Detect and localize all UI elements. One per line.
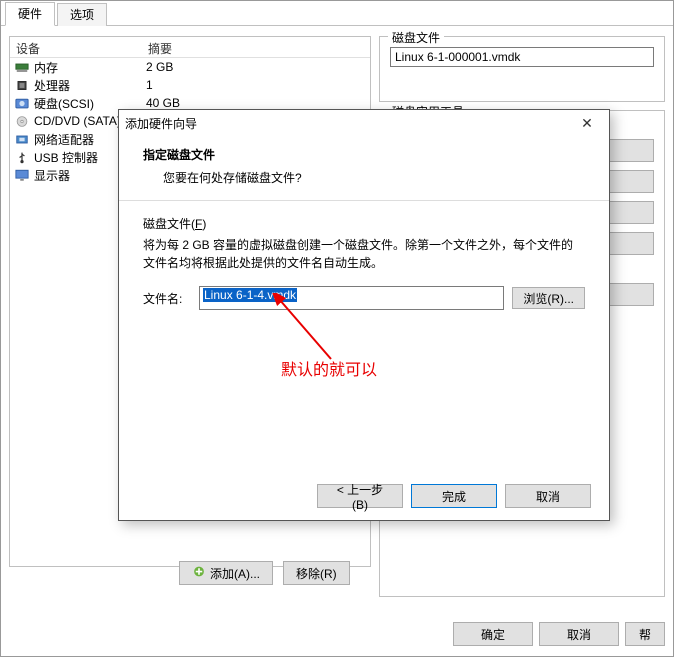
device-summary: 1 <box>146 78 370 92</box>
device-name: 处理器 <box>34 77 146 94</box>
disk-icon <box>14 96 30 110</box>
back-button[interactable]: < 上一步(B) <box>317 484 403 508</box>
cancel-button[interactable]: 取消 <box>539 622 619 646</box>
wizard-step-title: 指定磁盘文件 <box>143 146 585 163</box>
add-hardware-wizard: 添加硬件向导 ✕ 指定磁盘文件 您要在何处存储磁盘文件? 磁盘文件(F) 将为每… <box>118 109 610 521</box>
device-header-name: 设备 <box>10 37 142 57</box>
wizard-description: 将为每 2 GB 容量的虚拟磁盘创建一个磁盘文件。除第一个文件之外，每个文件的文… <box>143 236 585 272</box>
usb-icon <box>14 150 30 164</box>
device-header-summary: 摘要 <box>142 37 178 57</box>
device-summary: 40 GB <box>146 96 370 110</box>
browse-button[interactable]: 浏览(R)... <box>512 287 585 309</box>
tab-hardware[interactable]: 硬件 <box>5 2 55 26</box>
cd-icon <box>14 114 30 128</box>
wizard-cancel-button[interactable]: 取消 <box>505 484 591 508</box>
filename-input[interactable]: Linux 6-1-4.vmdk <box>199 286 504 310</box>
ok-button[interactable]: 确定 <box>453 622 533 646</box>
cpu-icon <box>14 78 30 92</box>
disk-file-group: 磁盘文件 <box>379 36 665 102</box>
remove-hardware-button[interactable]: 移除(R) <box>283 561 350 585</box>
help-button[interactable]: 帮 <box>625 622 665 646</box>
close-icon: ✕ <box>581 115 593 132</box>
add-hardware-label: 添加(A)... <box>210 565 260 582</box>
disk-file-field[interactable] <box>390 47 654 67</box>
add-icon <box>192 565 206 581</box>
wizard-step-subtitle: 您要在何处存储磁盘文件? <box>163 169 585 186</box>
tab-options[interactable]: 选项 <box>57 3 107 26</box>
display-icon <box>14 168 30 182</box>
annotation-text: 默认的就可以 <box>281 356 377 380</box>
device-summary: 2 GB <box>146 60 370 74</box>
wizard-title: 添加硬件向导 <box>125 115 197 132</box>
disk-file-group-title: 磁盘文件 <box>388 29 444 46</box>
device-row[interactable]: 处理器1 <box>10 76 370 94</box>
filename-label: 文件名: <box>143 290 191 307</box>
memory-icon <box>14 60 30 74</box>
wizard-close-button[interactable]: ✕ <box>571 112 603 134</box>
add-hardware-button[interactable]: 添加(A)... <box>179 561 273 585</box>
finish-button[interactable]: 完成 <box>411 484 497 508</box>
device-row[interactable]: 内存2 GB <box>10 58 370 76</box>
device-name: 内存 <box>34 59 146 76</box>
disk-file-section-label: 磁盘文件(F) <box>143 215 585 232</box>
nic-icon <box>14 132 30 146</box>
